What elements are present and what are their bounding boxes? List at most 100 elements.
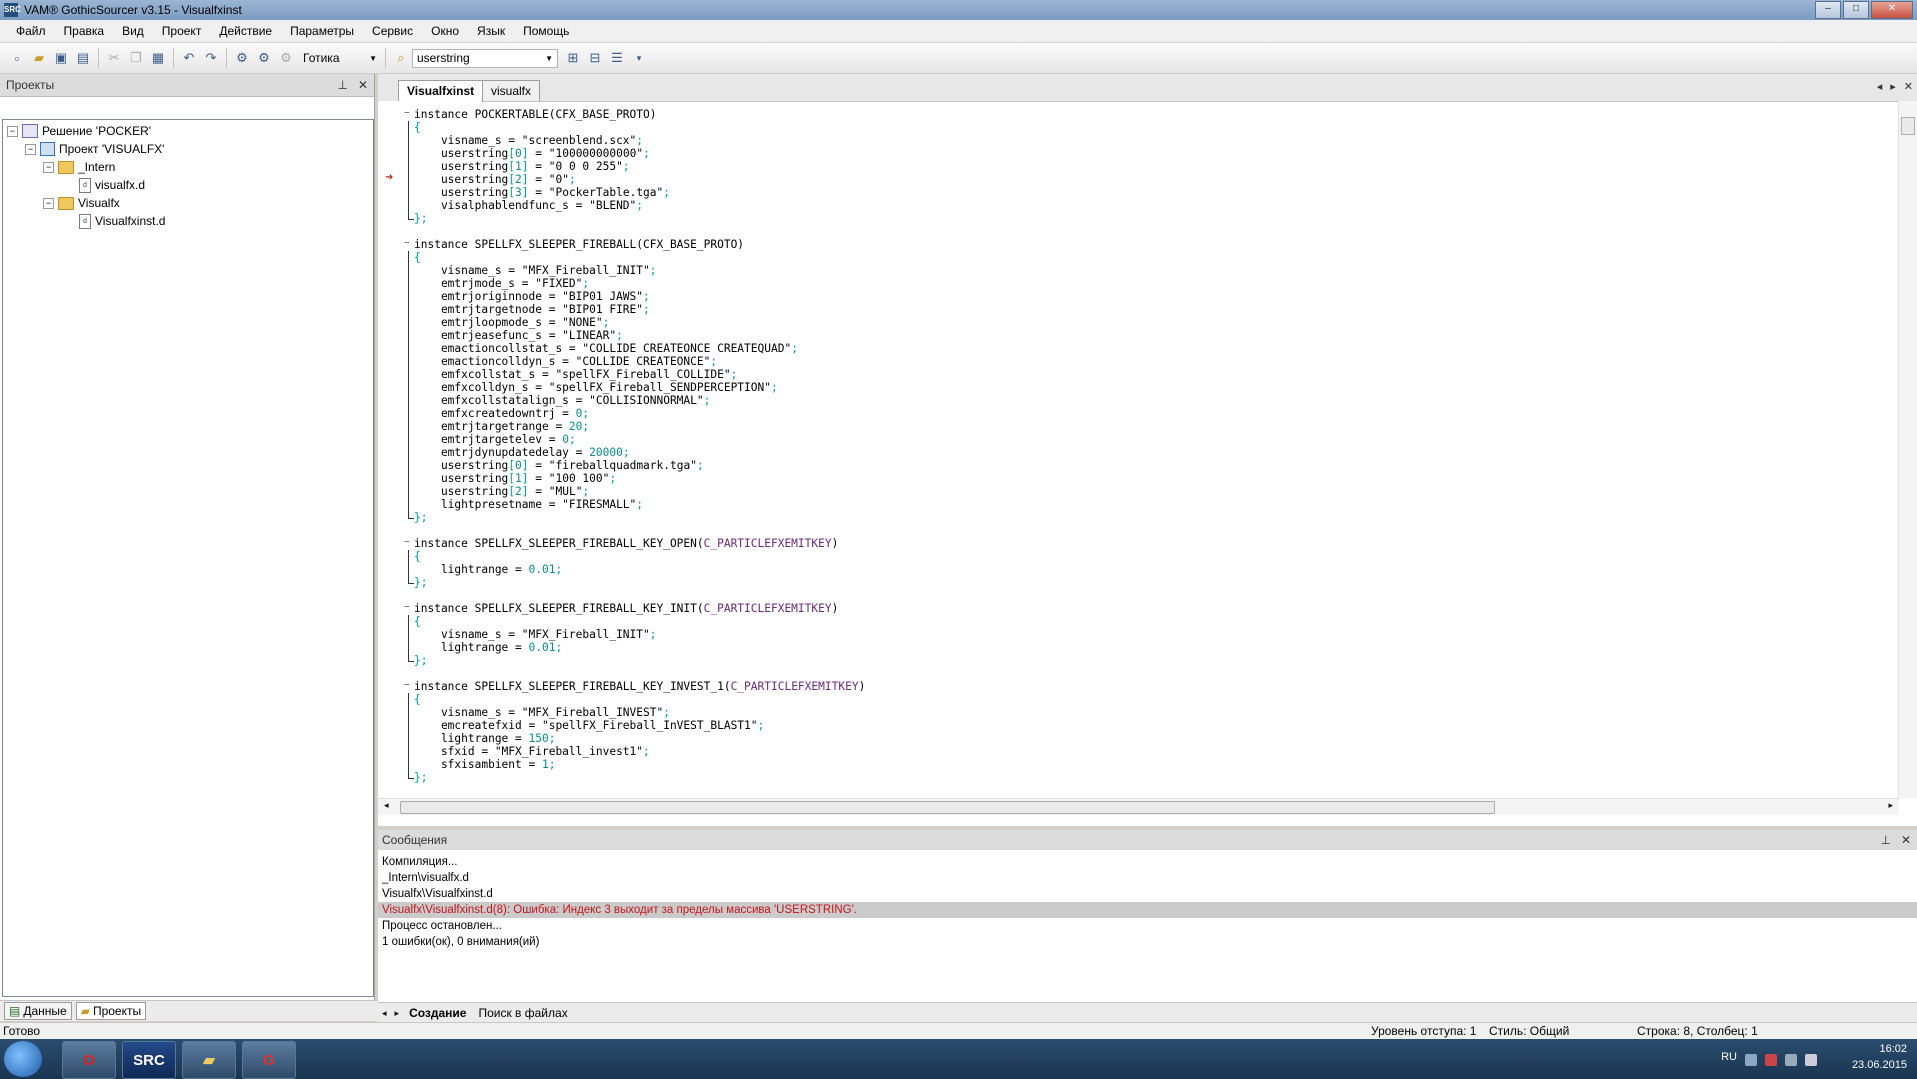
scroll-right-icon[interactable]: ▸ <box>1888 800 1893 811</box>
code-line: }; <box>414 511 428 524</box>
replace-icon[interactable]: ⊟ <box>586 49 604 67</box>
maximize-button[interactable]: □ <box>1843 1 1869 19</box>
menu-edit[interactable]: Правка <box>55 24 114 38</box>
vertical-scrollbar[interactable] <box>1898 101 1917 798</box>
clock[interactable]: 16:02 23.06.2015 <box>1852 1043 1907 1071</box>
scrollbar-thumb[interactable] <box>400 801 1495 814</box>
cut-icon[interactable]: ✂ <box>105 49 123 67</box>
app-icon: SRC <box>4 3 21 17</box>
tab-data[interactable]: ▤ Данные <box>4 1002 72 1020</box>
menu-language[interactable]: Язык <box>468 24 514 38</box>
save-icon[interactable]: ▣ <box>52 49 70 67</box>
tree-item-file-visualfx[interactable]: d visualfx.d <box>79 176 145 194</box>
fold-toggle-icon[interactable]: − <box>404 109 411 119</box>
language-indicator[interactable]: RU <box>1721 1051 1737 1063</box>
build-icon[interactable]: ⚙ <box>255 49 273 67</box>
tree-item-folder-intern[interactable]: − _Intern <box>43 158 115 176</box>
tree-item-file-visualfxinst[interactable]: d Visualfxinst.d <box>79 212 165 230</box>
new-file-icon[interactable]: ▫ <box>8 49 26 67</box>
message-line: Процесс остановлен... <box>382 920 502 932</box>
code-line: visalphablendfunc_s = "BLEND"; <box>414 199 644 212</box>
close-icon[interactable]: ✕ <box>1904 80 1913 93</box>
projects-panel-header: Проекты ⊥ ✕ <box>0 74 374 97</box>
collapse-icon[interactable]: − <box>43 161 54 173</box>
fold-toggle-icon[interactable]: − <box>404 603 411 613</box>
g-app-icon[interactable]: G <box>242 1041 296 1079</box>
menu-file[interactable]: Файл <box>0 24 55 38</box>
network-icon[interactable] <box>1785 1054 1797 1066</box>
horizontal-scrollbar[interactable]: ◂ ▸ <box>378 798 1899 815</box>
menu-view[interactable]: Вид <box>113 24 153 38</box>
paste-icon[interactable]: ▦ <box>149 49 167 67</box>
search-combo[interactable]: userstring ▼ <box>412 48 558 68</box>
message-line: Компиляция... <box>382 856 458 868</box>
chevron-down-icon: ▼ <box>369 53 377 63</box>
close-button[interactable]: ✕ <box>1871 1 1913 19</box>
fold-toggle-icon[interactable]: − <box>404 239 411 249</box>
menu-action[interactable]: Действие <box>210 24 281 38</box>
explorer-icon[interactable]: ▰ <box>182 1041 236 1079</box>
flag-icon[interactable] <box>1765 1054 1777 1066</box>
collapse-icon[interactable]: − <box>7 125 18 137</box>
fold-line <box>408 550 409 583</box>
scroll-right-icon[interactable]: ▸ <box>1890 80 1896 93</box>
menu-project[interactable]: Проект <box>153 24 211 38</box>
toolbar-separator <box>98 48 99 68</box>
list-icon[interactable]: ☰ <box>608 49 626 67</box>
tab-find-in-files[interactable]: Поиск в файлах <box>472 1006 573 1020</box>
undo-icon[interactable]: ↶ <box>180 49 198 67</box>
tab-visualfx[interactable]: visualfx <box>482 80 541 101</box>
message-line: _Intern\visualfx.d <box>382 872 469 884</box>
start-button[interactable] <box>4 1041 42 1077</box>
scroll-left-icon[interactable]: ◂ <box>378 1008 391 1019</box>
save-all-icon[interactable]: ▤ <box>74 49 92 67</box>
collapse-icon[interactable]: − <box>43 197 54 209</box>
fold-toggle-icon[interactable]: − <box>404 538 411 548</box>
menu-help[interactable]: Помощь <box>514 24 578 38</box>
scroll-right-icon[interactable]: ▸ <box>391 1008 404 1019</box>
tree-item-project[interactable]: − Проект 'VISUALFX' <box>25 140 164 158</box>
tray-arrow-icon[interactable] <box>1745 1054 1757 1066</box>
compile-icon[interactable]: ⚙ <box>233 49 251 67</box>
redo-icon[interactable]: ↷ <box>202 49 220 67</box>
menu-window[interactable]: Окно <box>422 24 468 38</box>
find-next-icon[interactable]: ⊞ <box>564 49 582 67</box>
status-style: Стиль: Общий <box>1489 1024 1570 1038</box>
close-icon[interactable]: ✕ <box>1901 833 1911 847</box>
toolbar: ▫ ▰ ▣ ▤ ✂ ❐ ▦ ↶ ↷ ⚙ ⚙ ⚙ Готика ▼ ⌕ users… <box>0 43 1917 74</box>
menu-service[interactable]: Сервис <box>363 24 422 38</box>
code-editor[interactable]: instance POCKERTABLE(CFX_BASE_PROTO){ vi… <box>414 101 1899 798</box>
taskbar: O SRC ▰ G RU 16:02 23.06.2015 <box>0 1039 1917 1079</box>
scrollbar-thumb[interactable] <box>1901 117 1915 135</box>
pin-icon[interactable]: ⊥ <box>1880 833 1890 847</box>
language-select[interactable]: Готика ▼ <box>299 49 381 68</box>
gothicsourcer-icon[interactable]: SRC <box>122 1041 176 1079</box>
code-line: visname_s = "MFX_Fireball_INIT"; <box>414 628 657 641</box>
tree-item-label: visualfx.d <box>95 178 146 192</box>
stop-icon[interactable]: ⚙ <box>277 49 295 67</box>
messages-title: Сообщения <box>382 833 448 847</box>
menu-options[interactable]: Параметры <box>281 24 363 38</box>
close-icon[interactable]: ✕ <box>358 78 368 92</box>
volume-icon[interactable] <box>1805 1054 1817 1066</box>
tree-item-folder-visualfx[interactable]: − Visualfx <box>43 194 120 212</box>
tree-item-solution[interactable]: − Решение 'POCKER' <box>7 122 151 140</box>
collapse-icon[interactable]: − <box>25 143 36 155</box>
fold-toggle-icon[interactable]: − <box>404 681 411 691</box>
code-line: userstring[2] = "MUL"; <box>414 485 590 498</box>
pin-icon[interactable]: ⊥ <box>337 78 347 92</box>
open-folder-icon[interactable]: ▰ <box>30 49 48 67</box>
code-line: }; <box>414 771 428 784</box>
opera-icon[interactable]: O <box>62 1041 116 1079</box>
scroll-left-icon[interactable]: ◂ <box>384 800 389 811</box>
copy-icon[interactable]: ❐ <box>127 49 145 67</box>
minimize-button[interactable]: – <box>1815 1 1841 19</box>
find-icon[interactable]: ⌕ <box>392 49 410 67</box>
tab-visualfxinst[interactable]: Visualfxinst <box>398 80 484 102</box>
scroll-left-icon[interactable]: ◂ <box>1877 80 1883 93</box>
error-message-line[interactable]: Visualfx\Visualfxinst.d(8): Ошибка: Инде… <box>378 902 1917 918</box>
tab-build[interactable]: Создание <box>403 1006 472 1020</box>
tab-projects[interactable]: ▰ Проекты <box>75 1002 147 1020</box>
toolbar-overflow-icon[interactable]: ▾ <box>630 49 648 67</box>
search-combo-value: userstring <box>417 51 470 65</box>
